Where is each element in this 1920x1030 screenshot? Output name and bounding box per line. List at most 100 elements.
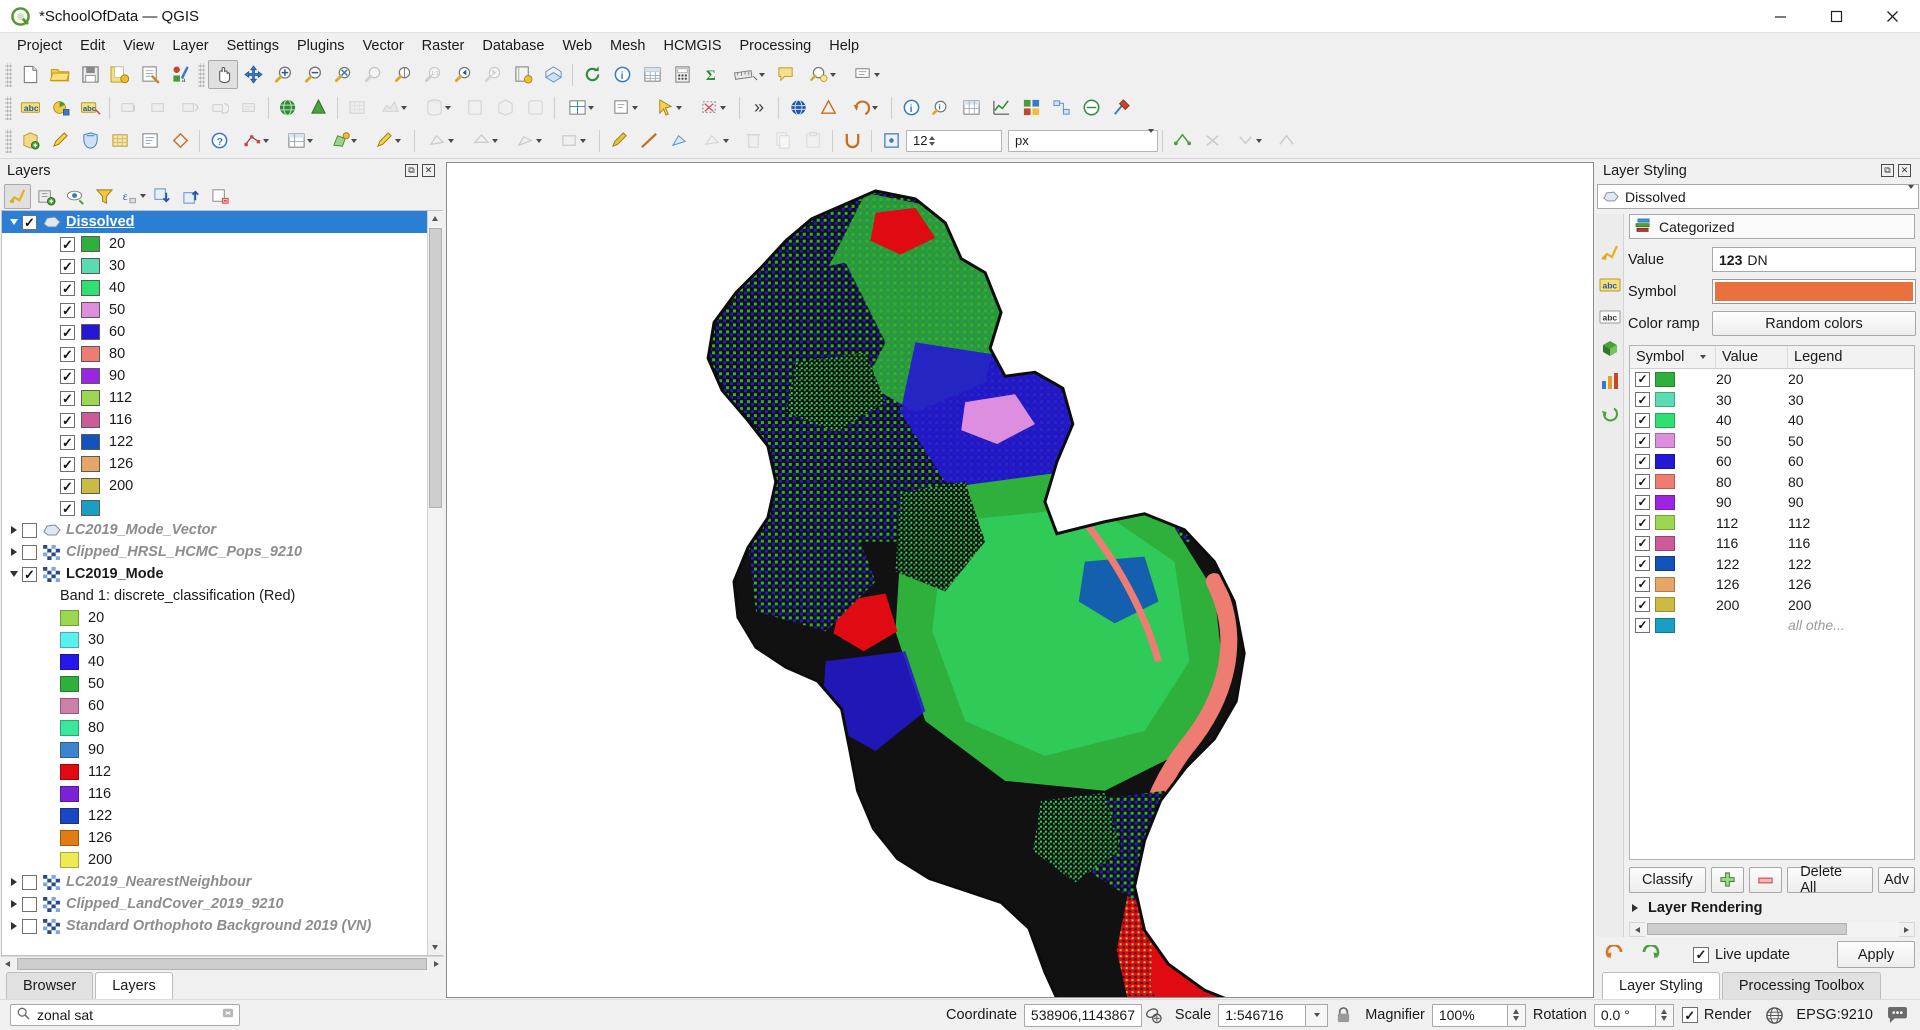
text-annotation-icon[interactable] bbox=[845, 60, 889, 89]
raster-legend-class-item[interactable]: 122 bbox=[2, 805, 427, 827]
zoom-to-selection-icon[interactable] bbox=[358, 60, 388, 89]
zoom-out-icon[interactable] bbox=[298, 60, 328, 89]
category-color-swatch[interactable] bbox=[1655, 412, 1675, 428]
class-visibility-checkbox[interactable]: ✓ bbox=[60, 500, 75, 516]
column-header-symbol[interactable]: Symbol bbox=[1630, 346, 1716, 368]
scroll-right-button[interactable] bbox=[429, 957, 444, 972]
chevron-down-icon[interactable] bbox=[872, 105, 878, 110]
enable-snapping-icon[interactable] bbox=[837, 126, 867, 155]
category-legend-cell[interactable]: 116 bbox=[1788, 535, 1914, 551]
undo-icon[interactable] bbox=[1601, 942, 1629, 968]
toolbar-grip[interactable] bbox=[198, 62, 205, 87]
category-value-cell[interactable]: 20 bbox=[1716, 371, 1788, 387]
zoom-in-icon[interactable] bbox=[268, 60, 298, 89]
rotate-label-icon[interactable] bbox=[204, 93, 234, 122]
expand-all-icon[interactable] bbox=[149, 184, 176, 209]
select-features-icon[interactable] bbox=[647, 93, 691, 122]
add-category-button[interactable] bbox=[1710, 867, 1744, 893]
font-unit-combo[interactable]: px bbox=[1008, 129, 1158, 152]
category-value-cell[interactable]: 126 bbox=[1716, 576, 1788, 592]
legend-class-item[interactable]: ✓ 40 bbox=[2, 277, 427, 299]
legend-class-item[interactable]: ✓ 122 bbox=[2, 431, 427, 453]
legend-class-item[interactable]: ✓ 20 bbox=[2, 233, 427, 255]
color-ramp-button[interactable]: Random colors bbox=[1712, 311, 1916, 336]
map-tips-icon[interactable]: i bbox=[607, 60, 637, 89]
history-tab-icon[interactable] bbox=[1598, 402, 1622, 424]
menu-settings[interactable]: Settings bbox=[218, 35, 288, 57]
menu-mesh[interactable]: Mesh bbox=[601, 35, 654, 57]
toolbar-grip[interactable] bbox=[5, 128, 12, 153]
filter-legend-expression-icon[interactable]: ε bbox=[120, 184, 147, 209]
open-table-icon[interactable] bbox=[956, 93, 986, 122]
raster-legend-class-item[interactable]: 90 bbox=[2, 739, 427, 761]
chevron-down-icon[interactable] bbox=[874, 72, 880, 77]
map-canvas[interactable] bbox=[446, 162, 1594, 998]
legend-class-item[interactable]: ✓ 112 bbox=[2, 387, 427, 409]
chevron-down-icon[interactable] bbox=[536, 138, 542, 143]
tab-layers[interactable]: Layers bbox=[95, 972, 173, 999]
layer-rendering-section[interactable]: Layer Rendering bbox=[1629, 900, 1915, 916]
class-visibility-checkbox[interactable]: ✓ bbox=[60, 236, 75, 252]
coordinate-field[interactable]: 538906,1143867 bbox=[1023, 1003, 1142, 1027]
category-symbol-cell[interactable]: ✓ bbox=[1630, 392, 1716, 408]
zoom-full-icon[interactable] bbox=[328, 60, 358, 89]
menu-project[interactable]: Project bbox=[8, 35, 71, 57]
zoom-last-icon[interactable] bbox=[448, 60, 478, 89]
clear-icon[interactable] bbox=[221, 1006, 235, 1024]
category-checkbox[interactable]: ✓ bbox=[1635, 453, 1650, 469]
messages-icon[interactable] bbox=[1880, 1006, 1914, 1024]
category-row[interactable]: ✓ 50 50 bbox=[1630, 431, 1914, 452]
add-vector-layer-icon[interactable] bbox=[303, 93, 333, 122]
modify-attributes-icon[interactable] bbox=[278, 126, 322, 155]
layers-tree[interactable]: ✓ Dissolved ✓ 20 ✓ 30 ✓ 40 ✓ 50 ✓ 60 ✓ 80 ✓ 90 ✓ 112 ✓ 116 ✓… bbox=[2, 211, 427, 955]
expand-icon[interactable] bbox=[1629, 904, 1641, 912]
scroll-thumb[interactable] bbox=[428, 228, 442, 508]
refresh-icon[interactable] bbox=[577, 60, 607, 89]
plot-icon[interactable] bbox=[986, 93, 1016, 122]
category-checkbox[interactable]: ✓ bbox=[1635, 371, 1650, 387]
raster-legend-class-item[interactable]: 200 bbox=[2, 849, 427, 871]
expand-toggle-icon[interactable] bbox=[6, 219, 22, 225]
layer-visibility-checkbox[interactable] bbox=[22, 896, 37, 912]
chevron-down-icon[interactable] bbox=[723, 138, 729, 143]
category-checkbox[interactable]: ✓ bbox=[1635, 433, 1650, 449]
category-color-swatch[interactable] bbox=[1655, 494, 1675, 510]
paste-features-icon[interactable] bbox=[798, 126, 828, 155]
category-color-swatch[interactable] bbox=[1655, 617, 1675, 633]
new-spatialite-icon[interactable] bbox=[520, 93, 550, 122]
chevron-down-icon[interactable] bbox=[263, 138, 269, 143]
locator-search-box[interactable]: zonal sat bbox=[10, 1004, 240, 1026]
collapse-all-icon[interactable] bbox=[178, 184, 205, 209]
deselect-features-icon[interactable] bbox=[691, 93, 735, 122]
category-symbol-cell[interactable]: ✓ bbox=[1630, 576, 1716, 592]
category-legend-cell[interactable]: 50 bbox=[1788, 433, 1914, 449]
class-visibility-checkbox[interactable]: ✓ bbox=[60, 368, 75, 384]
category-value-cell[interactable]: 122 bbox=[1716, 556, 1788, 572]
chevron-down-icon[interactable] bbox=[1306, 1003, 1329, 1027]
chevron-down-icon[interactable] bbox=[448, 138, 454, 143]
category-color-swatch[interactable] bbox=[1655, 597, 1675, 613]
pan-to-selection-icon[interactable] bbox=[238, 60, 268, 89]
add-raster-layer-icon[interactable] bbox=[342, 93, 372, 122]
python-console-icon[interactable] bbox=[1076, 93, 1106, 122]
new-3d-map-view-icon[interactable] bbox=[538, 60, 568, 89]
render-checkbox[interactable]: ✓ Render bbox=[1681, 1007, 1751, 1023]
render-check[interactable]: ✓ bbox=[1681, 1007, 1698, 1023]
categories-rows[interactable]: ✓ 20 20 ✓ 30 30 ✓ 40 40 ✓ 50 50 ✓ 60 60 ✓ 80 80 ✓ 90 90 ✓ 112 1… bbox=[1630, 369, 1914, 859]
category-row[interactable]: ✓ 116 116 bbox=[1630, 533, 1914, 554]
raster-legend-class-item[interactable]: 60 bbox=[2, 695, 427, 717]
class-visibility-checkbox[interactable]: ✓ bbox=[60, 434, 75, 450]
lock-icon[interactable] bbox=[1328, 1006, 1358, 1024]
rollback-icon[interactable] bbox=[165, 126, 195, 155]
layer-visibility-checkbox[interactable]: ✓ bbox=[22, 566, 37, 582]
legend-class-item[interactable]: ✓ 60 bbox=[2, 321, 427, 343]
class-visibility-checkbox[interactable]: ✓ bbox=[60, 478, 75, 494]
category-color-swatch[interactable] bbox=[1655, 535, 1675, 551]
category-symbol-cell[interactable]: ✓ bbox=[1630, 412, 1716, 428]
tab-browser[interactable]: Browser bbox=[6, 972, 94, 999]
pan-map-icon[interactable] bbox=[208, 60, 238, 89]
copy-features-icon[interactable] bbox=[768, 126, 798, 155]
menu-layer[interactable]: Layer bbox=[163, 35, 217, 57]
renderer-type-combo[interactable]: Categorized bbox=[1629, 214, 1915, 239]
layer-visibility-checkbox[interactable] bbox=[22, 918, 37, 934]
